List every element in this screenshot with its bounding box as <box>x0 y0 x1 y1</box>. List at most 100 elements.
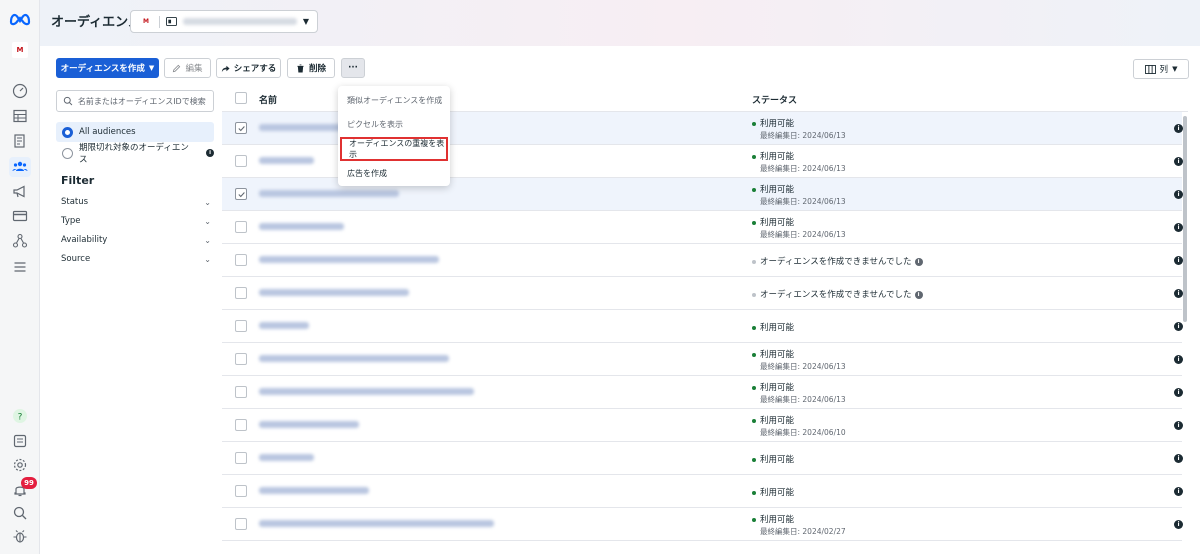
audiences-people-icon[interactable] <box>9 157 31 177</box>
table-row[interactable]: 利用可能 i <box>222 442 1183 475</box>
billing-card-icon[interactable] <box>9 206 31 226</box>
audience-name-redacted[interactable] <box>259 520 494 527</box>
audience-name-redacted[interactable] <box>259 223 344 230</box>
account-name-redacted <box>183 18 297 25</box>
columns-button[interactable]: 列 ▼ <box>1133 59 1189 79</box>
column-header-name[interactable]: 名前 <box>259 93 277 106</box>
chevron-down-icon: ⌄ <box>204 197 211 207</box>
radio-unselected[interactable] <box>62 147 73 159</box>
bug-report-icon[interactable] <box>9 526 31 546</box>
menu-item-show-audience-overlap[interactable]: オーディエンスの重複を表示 <box>340 137 448 161</box>
audience-name-redacted[interactable] <box>259 190 399 197</box>
row-checkbox[interactable] <box>235 485 247 497</box>
settings-gear-icon[interactable] <box>9 455 31 475</box>
filter-source-dropdown[interactable]: Source ⌄ <box>61 252 211 266</box>
hamburger-menu-icon[interactable] <box>9 257 31 277</box>
menu-item-view-pixel[interactable]: ピクセルを表示 <box>338 112 450 136</box>
row-info-icon[interactable]: i <box>1174 289 1183 298</box>
table-scrollbar[interactable] <box>1183 116 1187 322</box>
status-label: 利用可能 <box>760 383 795 393</box>
audience-name-redacted[interactable] <box>259 157 314 164</box>
audience-search-input[interactable] <box>77 96 207 106</box>
create-audience-button[interactable]: オーディエンスを作成 ▼ <box>56 58 159 78</box>
table-row[interactable]: オーディエンスを作成できませんでした i i <box>222 277 1183 310</box>
delete-button[interactable]: 削除 <box>287 58 335 78</box>
share-button[interactable]: シェアする <box>216 58 281 78</box>
business-account-logo-icon[interactable]: M <box>12 42 28 58</box>
table-grid-icon[interactable] <box>9 106 31 126</box>
table-row[interactable]: 利用可能 最終編集日: 2024/06/10 i <box>222 409 1183 442</box>
search-icon[interactable] <box>9 503 31 523</box>
audience-name-redacted[interactable] <box>259 454 314 461</box>
radio-selected[interactable] <box>62 126 73 138</box>
filter-availability-dropdown[interactable]: Availability ⌄ <box>61 233 211 247</box>
row-checkbox-checked[interactable] <box>235 188 247 200</box>
row-checkbox[interactable] <box>235 419 247 431</box>
row-info-icon[interactable]: i <box>1174 421 1183 430</box>
row-checkbox[interactable] <box>235 155 247 167</box>
audience-name-redacted[interactable] <box>259 487 369 494</box>
row-checkbox[interactable] <box>235 452 247 464</box>
row-info-icon[interactable]: i <box>1174 190 1183 199</box>
table-row[interactable]: 利用可能 i <box>222 310 1183 343</box>
audience-name-redacted[interactable] <box>259 256 439 263</box>
row-info-icon[interactable]: i <box>1174 520 1183 529</box>
table-row[interactable]: 利用可能 最終編集日: 2024/06/13 i <box>222 376 1183 409</box>
meta-logo-icon[interactable] <box>8 8 32 28</box>
info-icon[interactable]: i <box>914 257 923 266</box>
audience-name-redacted[interactable] <box>259 322 309 329</box>
row-checkbox[interactable] <box>235 320 247 332</box>
ad-account-selector[interactable]: M ▼ <box>130 10 318 33</box>
row-info-icon[interactable]: i <box>1174 256 1183 265</box>
menu-item-create-ad[interactable]: 広告を作成 <box>338 161 450 185</box>
chevron-down-icon: ▼ <box>1172 65 1178 73</box>
audience-search-box[interactable] <box>56 90 214 112</box>
row-checkbox[interactable] <box>235 518 247 530</box>
audience-filter-all[interactable]: All audiences <box>56 122 214 142</box>
row-info-icon[interactable]: i <box>1174 454 1183 463</box>
table-row[interactable]: 利用可能 最終編集日: 2024/02/27 i <box>222 508 1183 541</box>
info-icon[interactable]: i <box>206 149 214 157</box>
table-row[interactable]: 利用可能 最終編集日: 2024/06/13 i <box>222 343 1183 376</box>
filter-type-dropdown[interactable]: Type ⌄ <box>61 214 211 228</box>
audience-filter-expiring[interactable]: 期限切れ対象のオーディエンス i <box>56 143 214 165</box>
more-options-button[interactable]: ··· <box>341 58 365 78</box>
row-checkbox[interactable] <box>235 386 247 398</box>
row-checkbox[interactable] <box>235 254 247 266</box>
row-info-icon[interactable]: i <box>1174 157 1183 166</box>
pages-icon[interactable] <box>9 131 31 151</box>
row-info-icon[interactable]: i <box>1174 223 1183 232</box>
row-info-icon[interactable]: i <box>1174 355 1183 364</box>
table-row[interactable]: 利用可能 i <box>222 475 1183 508</box>
megaphone-icon[interactable] <box>9 182 31 202</box>
row-checkbox[interactable] <box>235 287 247 299</box>
audience-name-redacted[interactable] <box>259 289 409 296</box>
last-edited-date: 最終編集日: 2024/06/13 <box>760 230 846 239</box>
select-all-checkbox[interactable] <box>235 92 247 104</box>
row-checkbox[interactable] <box>235 221 247 233</box>
row-checkbox[interactable] <box>235 353 247 365</box>
help-question-icon[interactable]: ? <box>9 406 31 426</box>
info-icon[interactable]: i <box>914 290 923 299</box>
row-info-icon[interactable]: i <box>1174 487 1183 496</box>
audience-name-redacted[interactable] <box>259 421 359 428</box>
dashboard-gauge-icon[interactable] <box>9 81 31 101</box>
edit-button[interactable]: 編集 <box>164 58 211 78</box>
audience-name-redacted[interactable] <box>259 388 474 395</box>
menu-item-create-lookalike[interactable]: 類似オーディエンスを作成 <box>338 88 450 112</box>
table-row[interactable]: 利用可能 最終編集日: 2024/06/13 i <box>222 211 1183 244</box>
row-info-icon[interactable]: i <box>1174 388 1183 397</box>
row-info-icon[interactable]: i <box>1174 124 1183 133</box>
news-feed-icon[interactable] <box>9 431 31 451</box>
column-header-status[interactable]: ステータス <box>752 93 797 106</box>
filter-status-dropdown[interactable]: Status ⌄ <box>61 195 211 209</box>
row-info-icon[interactable]: i <box>1174 322 1183 331</box>
status-available-dot <box>752 490 756 495</box>
audience-name-redacted[interactable] <box>259 355 449 362</box>
more-options-menu: 類似オーディエンスを作成 ピクセルを表示 オーディエンスの重複を表示 広告を作成 <box>338 86 450 186</box>
network-nodes-icon[interactable] <box>9 231 31 251</box>
status-available-dot <box>752 187 756 192</box>
row-checkbox-checked[interactable] <box>235 122 247 134</box>
chevron-down-icon: ⌄ <box>204 216 211 226</box>
table-row[interactable]: オーディエンスを作成できませんでした i i <box>222 244 1183 277</box>
